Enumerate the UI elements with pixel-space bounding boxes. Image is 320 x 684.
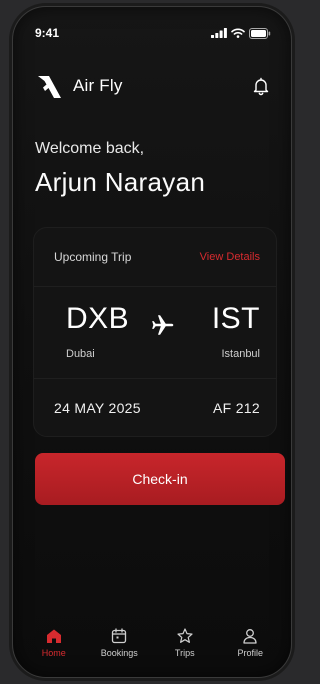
wifi-icon bbox=[231, 28, 245, 38]
status-bar: 9:41 bbox=[35, 25, 271, 41]
divider bbox=[34, 286, 276, 287]
flight-route: DXB Dubai IST Istanbul bbox=[54, 302, 260, 372]
flight-number: AF 212 bbox=[213, 400, 260, 416]
tab-label: Bookings bbox=[100, 648, 138, 658]
tab-label: Profile bbox=[237, 648, 263, 658]
star-icon bbox=[177, 628, 193, 643]
trip-title: Upcoming Trip bbox=[54, 250, 132, 264]
battery-icon bbox=[249, 27, 271, 39]
status-time: 9:41 bbox=[35, 26, 60, 40]
tab-bookings[interactable]: Bookings bbox=[88, 627, 150, 658]
tab-home[interactable]: Home bbox=[23, 627, 85, 658]
origin-city: Dubai bbox=[66, 348, 95, 360]
divider bbox=[34, 378, 276, 379]
view-details-link[interactable]: View Details bbox=[200, 251, 260, 263]
user-icon bbox=[243, 629, 257, 644]
user-name: Arjun Narayan bbox=[35, 167, 206, 197]
origin-code: DXB bbox=[66, 302, 130, 335]
tab-trips[interactable]: Trips bbox=[154, 627, 216, 658]
destination-code: IST bbox=[211, 302, 260, 335]
home-icon bbox=[46, 629, 61, 643]
bell-icon[interactable] bbox=[251, 76, 271, 96]
brand-name: Air Fly bbox=[73, 76, 123, 95]
upcoming-trip-card: Upcoming Trip View Details DXB Dubai IST… bbox=[33, 227, 277, 437]
tab-label: Home bbox=[41, 648, 66, 658]
app-header: Air Fly bbox=[35, 71, 271, 101]
signal-icon bbox=[211, 28, 227, 38]
air-fly-logo-icon bbox=[38, 76, 61, 98]
tab-profile[interactable]: Profile bbox=[219, 627, 281, 658]
phone-frame: 9:41 Air Fly Welcome back, Arjun Narayan… bbox=[12, 6, 292, 678]
bottom-tab-bar: Home Bookings Trips Profile bbox=[13, 615, 291, 677]
welcome-text: Welcome back, bbox=[35, 140, 145, 157]
status-icons bbox=[211, 27, 271, 39]
trip-card-header: Upcoming Trip View Details bbox=[54, 250, 260, 264]
trip-footer: 24 MAY 2025 AF 212 bbox=[54, 400, 260, 416]
calendar-icon bbox=[112, 628, 127, 644]
brand[interactable]: Air Fly bbox=[35, 72, 123, 100]
trip-date: 24 MAY 2025 bbox=[54, 400, 141, 416]
destination-city: Istanbul bbox=[221, 348, 260, 360]
check-in-button[interactable]: Check-in bbox=[35, 453, 285, 505]
tab-label: Trips bbox=[174, 648, 195, 658]
airplane-icon bbox=[152, 315, 174, 335]
